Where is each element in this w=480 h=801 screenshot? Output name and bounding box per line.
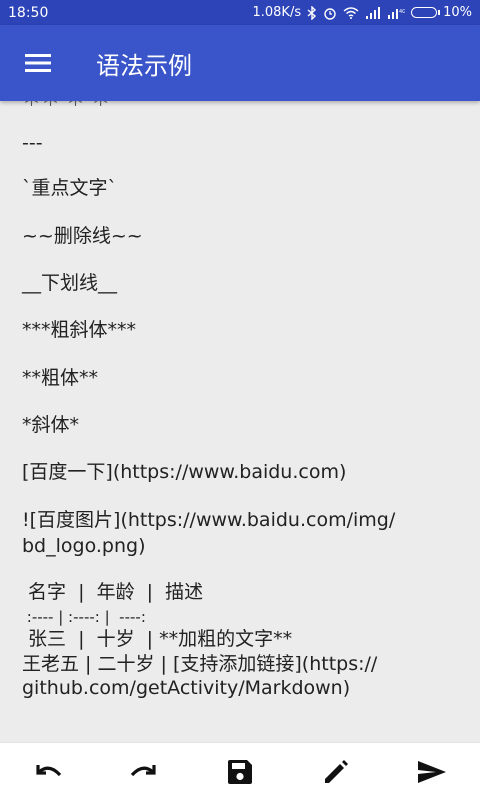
signal-icon xyxy=(365,6,381,19)
battery-icon xyxy=(411,7,441,18)
battery-percent: 10% xyxy=(443,5,472,20)
text-line: ***粗斜体*** xyxy=(22,319,137,341)
save-button[interactable] xyxy=(210,743,270,801)
text-line: 名字 | 年龄 | 描述 xyxy=(22,581,204,603)
bottom-toolbar xyxy=(0,742,480,801)
status-time: 18:50 xyxy=(8,4,49,21)
bluetooth-icon xyxy=(307,5,317,20)
edit-button[interactable] xyxy=(306,743,366,801)
text-line: `重点文字` xyxy=(22,177,118,199)
redo-icon xyxy=(128,761,160,783)
svg-text:4G: 4G xyxy=(399,9,405,15)
text-line: 王老五 | 二十岁 | [支持添加链接](https:// xyxy=(22,653,378,675)
send-button[interactable] xyxy=(402,743,462,801)
edit-icon xyxy=(323,759,349,785)
status-bar: 18:50 1.08K/s 4G 10% xyxy=(0,0,480,25)
text-line: ![百度图片](https://www.baidu.com/img/ xyxy=(22,509,396,531)
text-line: [百度一下](https://www.baidu.com) xyxy=(22,461,347,483)
hamburger-menu-icon xyxy=(25,53,51,73)
text-line: __下划线__ xyxy=(22,272,118,294)
text-line: github.com/getActivity/Markdown) xyxy=(22,677,351,699)
text-line: 张三 | 十岁 | **加粗的文字** xyxy=(22,628,293,650)
text-line: *斜体* xyxy=(22,414,80,436)
net-speed: 1.08K/s xyxy=(252,5,302,20)
app-bar: 语法示例 xyxy=(0,25,480,101)
text-line: bd_logo.png) xyxy=(22,535,146,557)
text-line: ~~删除线~~ xyxy=(22,225,143,247)
page-title: 语法示例 xyxy=(96,51,192,80)
text-line: **粗体** xyxy=(22,367,99,389)
partial-line: ＊＊ ＊ ＊ xyxy=(22,101,110,114)
signal-4g-icon: 4G xyxy=(387,7,405,19)
menu-button[interactable] xyxy=(0,25,76,101)
alarm-icon xyxy=(323,6,337,20)
markdown-editor[interactable]: ＊＊ ＊ ＊ --- `重点文字` ~~删除线~~ __下划线__ ***粗斜体… xyxy=(0,101,480,742)
save-icon xyxy=(227,759,253,785)
status-right: 1.08K/s 4G 10% xyxy=(252,5,472,20)
wifi-icon xyxy=(343,6,359,19)
redo-button[interactable] xyxy=(114,743,174,801)
undo-icon xyxy=(32,761,64,783)
text-line: --- xyxy=(22,132,43,154)
send-icon xyxy=(417,760,447,784)
undo-button[interactable] xyxy=(18,743,78,801)
